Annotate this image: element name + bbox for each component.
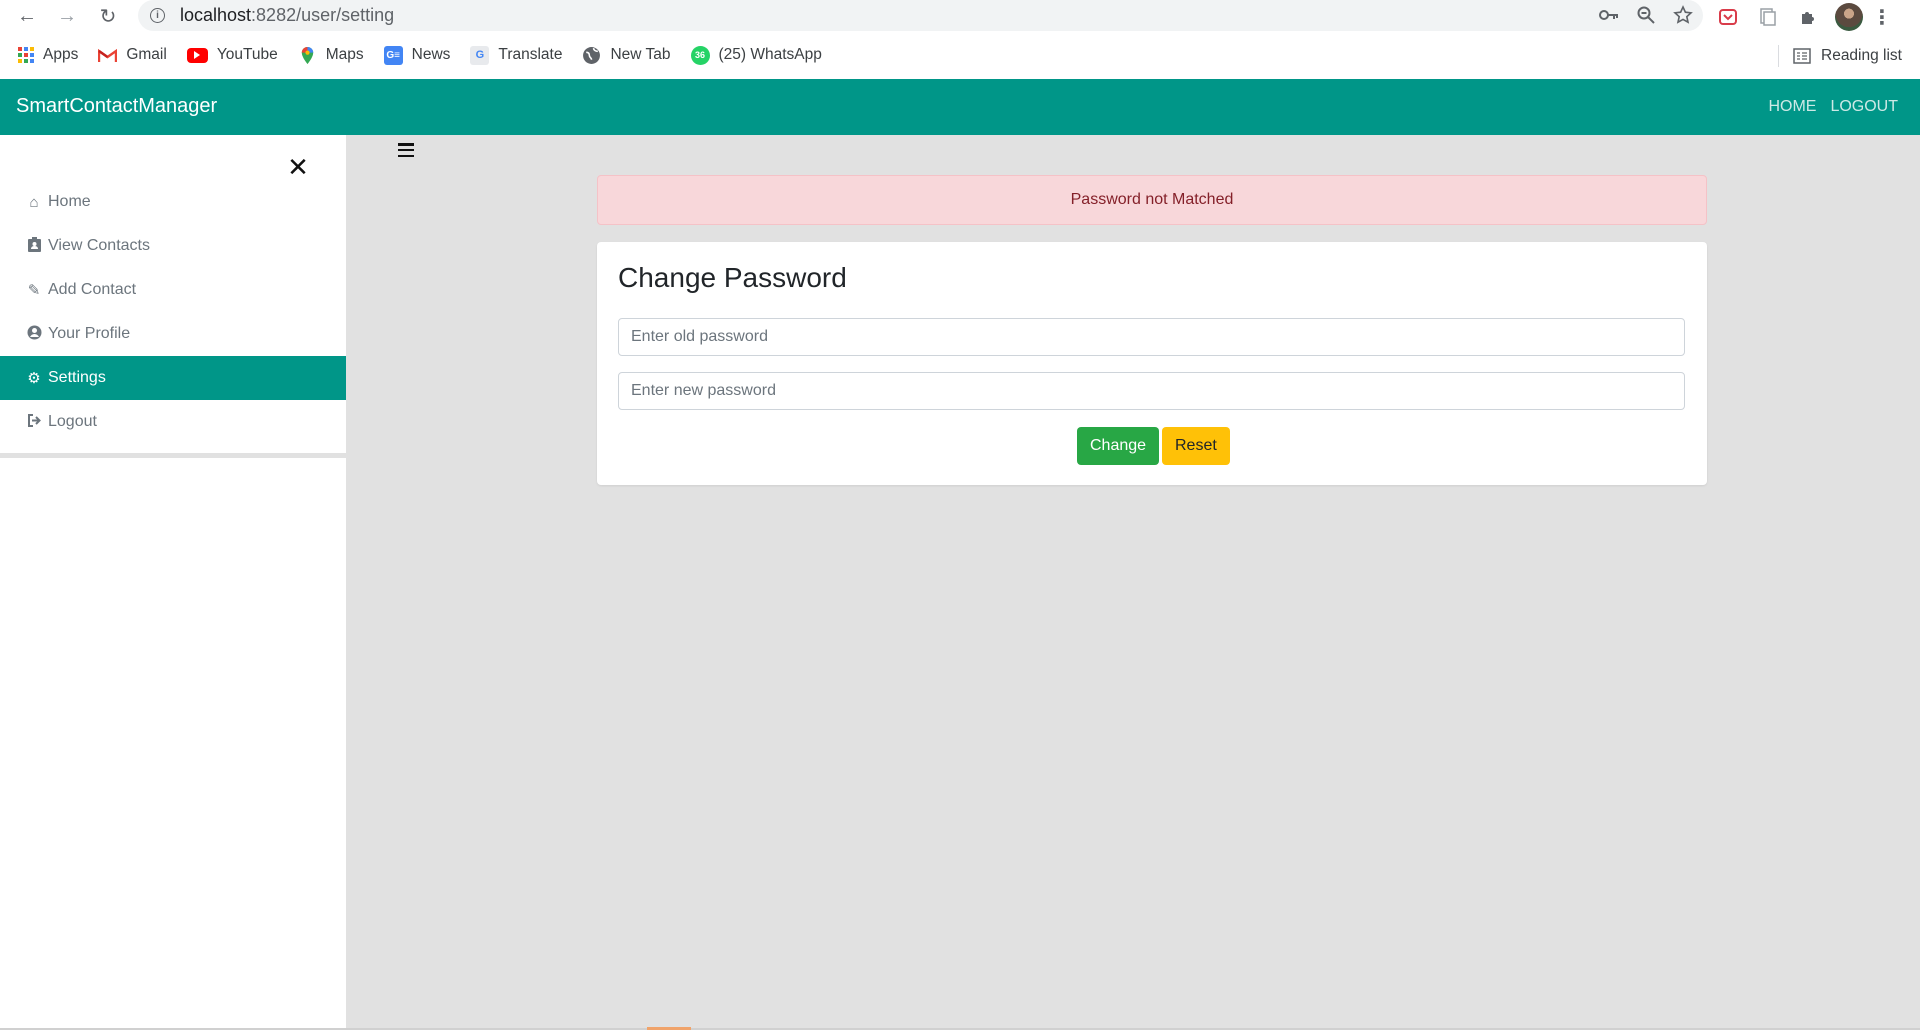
divider xyxy=(1778,45,1779,67)
brand-title[interactable]: SmartContactManager xyxy=(16,95,217,118)
pocket-extension-icon[interactable] xyxy=(1715,4,1741,30)
reading-list-button[interactable]: Reading list xyxy=(1778,45,1902,67)
page-title: Change Password xyxy=(618,262,847,293)
sidebar-item-label: Home xyxy=(48,193,91,210)
bookmark-youtube[interactable]: YouTube xyxy=(186,46,278,64)
key-icon[interactable] xyxy=(1599,9,1619,21)
url-text[interactable]: localhost:8282/user/setting xyxy=(180,5,394,26)
alert-message: Password not Matched xyxy=(1070,191,1234,208)
sidebar-item-label: View Contacts xyxy=(48,237,150,254)
reading-list-icon xyxy=(1793,48,1811,64)
zoom-icon[interactable] xyxy=(1637,6,1655,24)
forward-arrow-icon[interactable]: → xyxy=(55,4,79,28)
docs-extension-icon[interactable] xyxy=(1755,4,1781,30)
bookmark-label: News xyxy=(411,46,451,63)
sidebar-item-add-contact[interactable]: ✎ Add Contact xyxy=(0,268,346,312)
url-path: :8282/user/setting xyxy=(251,5,395,25)
url-host: localhost xyxy=(180,5,252,25)
puzzle-extensions-icon[interactable] xyxy=(1795,4,1821,30)
sidebar-item-home[interactable]: ⌂ Home xyxy=(0,180,346,224)
back-arrow-icon[interactable]: ← xyxy=(15,4,39,28)
bookmark-label: YouTube xyxy=(216,46,278,63)
bookmark-new-tab[interactable]: New Tab xyxy=(582,46,671,65)
sidebar-divider xyxy=(0,453,346,458)
bookmark-translate[interactable]: G Translate xyxy=(470,45,563,65)
maps-pin-icon xyxy=(301,46,313,64)
bookmarks-bar: Apps Gmail YouTube Maps G≡ News G Transl… xyxy=(0,31,1920,79)
bookmark-gmail[interactable]: Gmail xyxy=(98,46,167,65)
old-password-input[interactable] xyxy=(618,318,1685,356)
bookmark-label: Translate xyxy=(498,46,563,63)
bookmark-label: Gmail xyxy=(126,46,167,63)
globe-icon xyxy=(583,46,601,64)
sidebar-item-your-profile[interactable]: Your Profile xyxy=(0,312,346,356)
google-translate-icon: G xyxy=(470,45,490,65)
sign-out-icon xyxy=(25,413,43,431)
bookmark-label: Apps xyxy=(43,46,79,63)
sidebar-item-label: Your Profile xyxy=(48,325,131,342)
kebab-menu-icon[interactable]: ⋮ xyxy=(1872,4,1892,30)
bookmark-news[interactable]: G≡ News xyxy=(383,45,451,65)
youtube-icon xyxy=(186,47,208,63)
bookmark-whatsapp[interactable]: 36 (25) WhatsApp xyxy=(690,45,822,65)
google-news-icon: G≡ xyxy=(383,45,403,65)
bookmark-maps[interactable]: Maps xyxy=(298,46,364,65)
hamburger-menu-icon[interactable] xyxy=(398,143,414,157)
star-bookmark-icon[interactable] xyxy=(1673,5,1693,25)
sidebar-item-logout[interactable]: Logout xyxy=(0,400,346,444)
cogs-icon: ⚙ xyxy=(27,370,41,387)
close-icon[interactable]: ✕ xyxy=(286,154,310,180)
browser-toolbar: ← → ↻ i localhost:8282/user/setting ⋮ xyxy=(0,0,1920,31)
home-icon: ⌂ xyxy=(29,193,39,211)
new-password-input[interactable] xyxy=(618,372,1685,410)
sidebar-item-label: Add Contact xyxy=(48,281,137,298)
contact-card-icon xyxy=(25,236,43,256)
sidebar-item-label: Settings xyxy=(48,369,106,386)
gmail-icon xyxy=(98,48,118,62)
pencil-icon: ✎ xyxy=(27,282,41,299)
address-bar[interactable]: i localhost:8282/user/setting xyxy=(138,0,1703,31)
site-info-icon[interactable]: i xyxy=(150,8,165,23)
apps-grid-icon xyxy=(18,47,34,63)
sidebar: ✕ ⌂ Home View Contacts ✎ Add Contact You… xyxy=(0,135,346,1030)
reset-button[interactable]: Reset xyxy=(1162,427,1230,465)
app-navbar: SmartContactManager HOME LOGOUT xyxy=(0,79,1920,135)
sidebar-item-label: Logout xyxy=(48,413,97,430)
bookmark-label: Maps xyxy=(325,46,364,63)
error-alert: Password not Matched xyxy=(597,175,1707,225)
bookmark-label: (25) WhatsApp xyxy=(718,46,822,63)
sidebar-item-view-contacts[interactable]: View Contacts xyxy=(0,224,346,268)
user-circle-icon xyxy=(25,325,43,344)
bookmark-apps[interactable]: Apps xyxy=(18,46,78,64)
change-password-card: Change Password Change Reset xyxy=(597,242,1707,485)
reading-list-label: Reading list xyxy=(1821,47,1902,64)
bookmark-label: New Tab xyxy=(610,46,671,63)
sidebar-item-settings[interactable]: ⚙ Settings xyxy=(0,356,346,400)
profile-avatar[interactable] xyxy=(1835,3,1863,31)
whatsapp-badge-icon: 36 xyxy=(690,45,710,65)
reload-icon[interactable]: ↻ xyxy=(96,4,120,28)
nav-home-link[interactable]: HOME xyxy=(1768,98,1816,116)
nav-logout-link[interactable]: LOGOUT xyxy=(1830,98,1898,116)
change-button[interactable]: Change xyxy=(1077,427,1160,465)
sidebar-menu: ⌂ Home View Contacts ✎ Add Contact Your … xyxy=(0,180,346,444)
